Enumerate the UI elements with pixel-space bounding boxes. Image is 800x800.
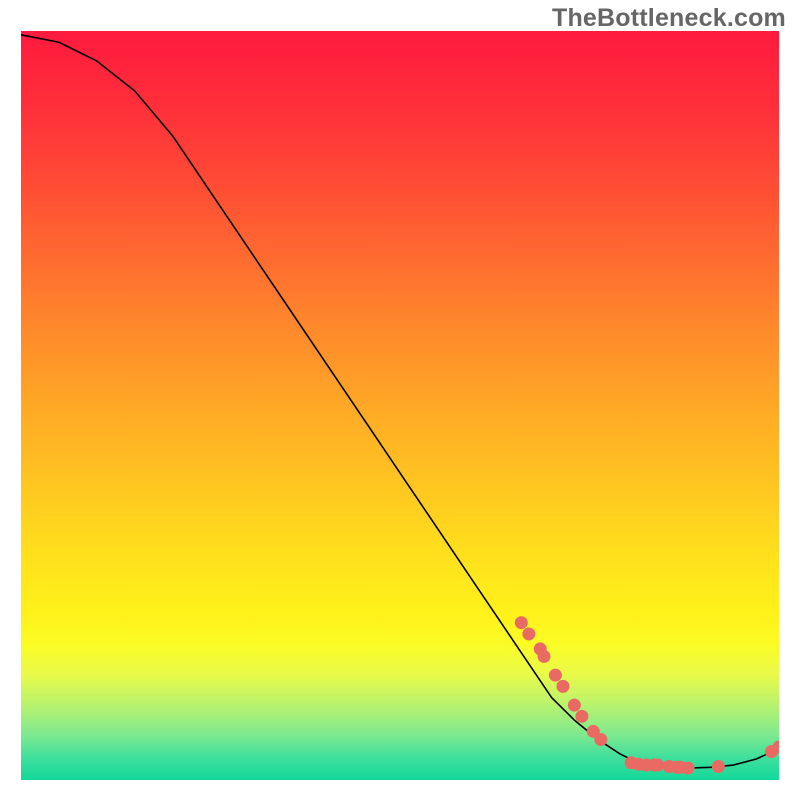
highlight-dot (594, 733, 607, 746)
highlight-dot (575, 710, 588, 723)
highlight-dot (568, 699, 581, 712)
highlight-dot (651, 759, 664, 772)
plot-background (21, 31, 779, 780)
chart-container: TheBottleneck.com (0, 0, 800, 800)
highlight-dot (538, 650, 551, 663)
highlight-dot (515, 616, 528, 629)
highlight-dot (712, 760, 725, 773)
highlight-dot (773, 741, 786, 754)
chart-svg (0, 0, 800, 800)
highlight-dot (549, 669, 562, 682)
highlight-dot (682, 762, 695, 775)
highlight-dot (522, 627, 535, 640)
watermark-text: TheBottleneck.com (552, 4, 786, 33)
highlight-dot (556, 680, 569, 693)
